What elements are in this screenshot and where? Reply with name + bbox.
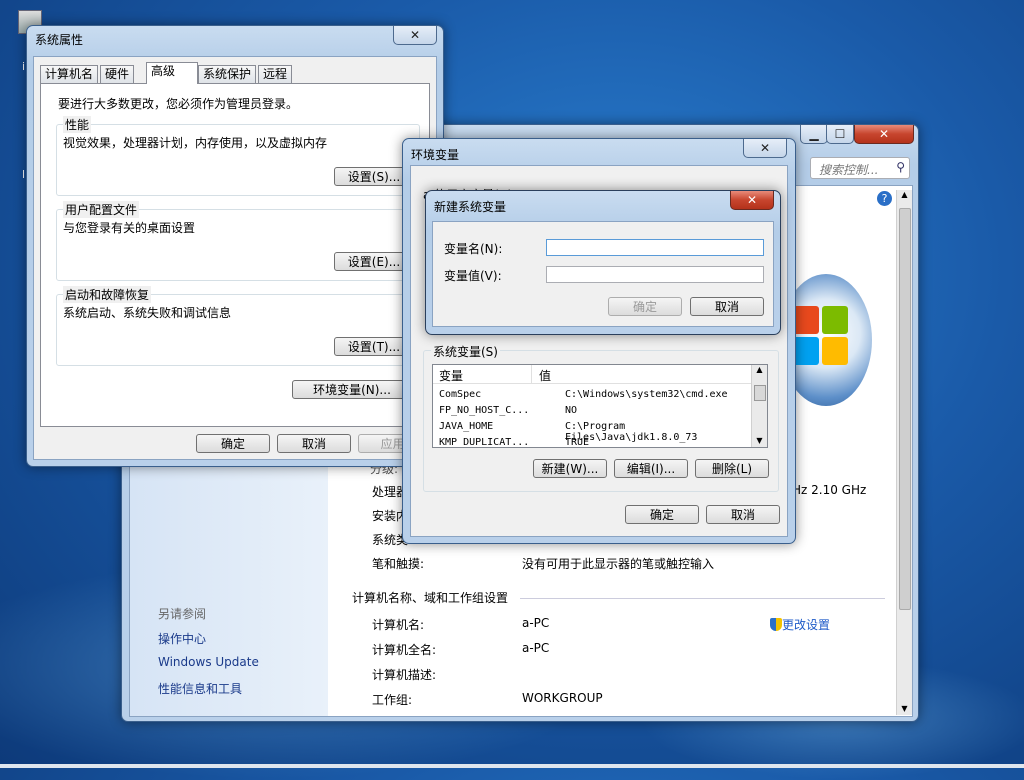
windows-flag-icon: [793, 306, 849, 366]
processor-speed: Hz 2.10 GHz: [792, 483, 867, 497]
row-name: ComSpec: [439, 389, 482, 400]
scroll-down-icon[interactable]: ▼: [752, 436, 767, 445]
cancel-button[interactable]: 取消: [277, 434, 351, 453]
scroll-thumb[interactable]: [899, 208, 911, 610]
performance-group: 性能 视觉效果，处理器计划，内存使用，以及虚拟内存 设置(S)...: [56, 116, 420, 196]
admin-note: 要进行大多数更改，您必须作为管理员登录。: [58, 97, 299, 111]
window-title: 环境变量: [411, 148, 460, 162]
tab-system-protection[interactable]: 系统保护: [198, 65, 257, 83]
new-system-variable-window: 新建系统变量 ✕ 变量名(N): 变量值(V): 确定 取消: [425, 190, 781, 335]
row-value: C:\Windows\system32\cmd.exe: [565, 389, 728, 400]
desktop-icon-label: i: [22, 60, 26, 73]
row-name: KMP_DUPLICAT...: [439, 437, 530, 448]
tab-hardware[interactable]: 硬件: [100, 65, 135, 83]
pen-label: 笔和触摸:: [372, 557, 425, 571]
startup-recovery-group: 启动和故障恢复 系统启动、系统失败和调试信息 设置(T)...: [56, 286, 420, 366]
change-settings-link[interactable]: 更改设置: [770, 616, 830, 633]
row-name: JAVA_HOME: [439, 421, 494, 432]
cancel-button[interactable]: 取消: [690, 297, 764, 316]
section-divider: [520, 598, 885, 599]
table-row[interactable]: KMP_DUPLICAT... TRUE: [439, 437, 749, 448]
workgroup-label: 工作组:: [372, 693, 413, 707]
computer-name-value: a-PC: [522, 616, 550, 630]
new-variable-button[interactable]: 新建(W)...: [533, 459, 607, 478]
performance-desc: 视觉效果，处理器计划，内存使用，以及虚拟内存: [63, 136, 328, 150]
ok-button[interactable]: 确定: [625, 505, 699, 524]
performance-title: 性能: [63, 116, 92, 133]
tab-remote[interactable]: 远程: [258, 65, 293, 83]
close-button[interactable]: ✕: [743, 139, 787, 158]
computer-name-label: 计算机名:: [372, 618, 425, 632]
window-title: 新建系统变量: [434, 200, 507, 214]
search-input[interactable]: 搜索控制... ⚲: [810, 157, 910, 179]
full-name-label: 计算机全名:: [372, 643, 437, 657]
user-profiles-group: 用户配置文件 与您登录有关的桌面设置 设置(E)...: [56, 201, 420, 281]
list-scrollbar[interactable]: ▲ ▼: [751, 365, 767, 447]
startup-recovery-title: 启动和故障恢复: [63, 286, 152, 303]
variable-name-label: 变量名(N):: [444, 242, 503, 256]
row-name: FP_NO_HOST_C...: [439, 405, 530, 416]
full-name-value: a-PC: [522, 641, 550, 655]
tab-page: 要进行大多数更改，您必须作为管理员登录。 性能 视觉效果，处理器计划，内存使用，…: [40, 83, 430, 427]
section-title: 计算机名称、域和工作组设置: [352, 591, 509, 605]
window-title: 系统属性: [35, 33, 84, 47]
row-value: TRUE: [565, 437, 590, 448]
scroll-up-icon[interactable]: ▲: [897, 190, 912, 199]
desktop-icon-label: l: [22, 168, 26, 181]
close-button[interactable]: ✕: [393, 26, 437, 45]
table-row[interactable]: ComSpec C:\Windows\system32\cmd.exe: [439, 389, 749, 403]
ok-button[interactable]: 确定: [196, 434, 270, 453]
table-row[interactable]: JAVA_HOME C:\Program Files\Java\jdk1.8.0…: [439, 421, 749, 443]
close-button[interactable]: ✕: [854, 125, 914, 144]
pen-value: 没有可用于此显示器的笔或触控输入: [522, 557, 715, 571]
workgroup-value: WORKGROUP: [522, 691, 603, 705]
column-divider: [531, 365, 532, 383]
variable-value-label: 变量值(V):: [444, 269, 502, 283]
performance-tools-link[interactable]: 性能信息和工具: [158, 680, 242, 697]
tab-strip: 计算机名 硬件 高级 系统保护 远程: [40, 62, 430, 85]
vertical-scrollbar[interactable]: ▲ ▼: [896, 190, 912, 715]
ok-button[interactable]: 确定: [608, 297, 682, 316]
tab-computer-name[interactable]: 计算机名: [40, 65, 99, 83]
minimize-button[interactable]: ▁: [800, 125, 828, 144]
search-icon: ⚲: [896, 160, 905, 174]
close-button[interactable]: ✕: [730, 191, 774, 210]
variable-name-input[interactable]: [546, 239, 764, 256]
startup-recovery-desc: 系统启动、系统失败和调试信息: [63, 306, 232, 320]
shield-icon: [770, 618, 782, 631]
delete-variable-button[interactable]: 删除(L): [695, 459, 769, 478]
maximize-button[interactable]: ☐: [826, 125, 854, 144]
dialog-body: 变量名(N): 变量值(V): 确定 取消: [432, 221, 774, 327]
variable-value-input[interactable]: [546, 266, 764, 283]
help-icon[interactable]: ?: [877, 191, 892, 206]
dialog-body: 计算机名 硬件 高级 系统保护 远程 要进行大多数更改，您必须作为管理员登录。 …: [33, 56, 437, 460]
see-also-title: 另请参阅: [158, 607, 207, 621]
system-properties-window: 系统属性 ✕ 计算机名 硬件 高级 系统保护 远程 要进行大多数更改，您必须作为…: [26, 25, 444, 467]
scroll-down-icon[interactable]: ▼: [897, 704, 912, 713]
cancel-button[interactable]: 取消: [706, 505, 780, 524]
system-variables-list[interactable]: 变量 值 ComSpec C:\Windows\system32\cmd.exe…: [432, 364, 768, 448]
system-variables-label: 系统变量(S): [431, 343, 500, 360]
row-value: NO: [565, 405, 578, 416]
search-placeholder: 搜索控制...: [819, 163, 879, 177]
user-profiles-title: 用户配置文件: [63, 201, 140, 218]
list-header: 变量 值: [433, 365, 751, 384]
action-center-link[interactable]: 操作中心: [158, 630, 206, 647]
description-label: 计算机描述:: [372, 668, 437, 682]
taskbar-edge: [0, 764, 1024, 768]
environment-variables-button[interactable]: 环境变量(N)...: [292, 380, 412, 399]
edit-variable-button[interactable]: 编辑(I)...: [614, 459, 688, 478]
column-variable[interactable]: 变量: [439, 367, 463, 384]
scroll-up-icon[interactable]: ▲: [752, 365, 767, 374]
scroll-thumb[interactable]: [754, 385, 766, 401]
tab-advanced[interactable]: 高级: [146, 62, 198, 84]
user-profiles-desc: 与您登录有关的桌面设置: [63, 221, 196, 235]
windows-update-link[interactable]: Windows Update: [158, 655, 259, 669]
table-row[interactable]: FP_NO_HOST_C... NO: [439, 405, 749, 419]
column-value[interactable]: 值: [539, 367, 551, 384]
